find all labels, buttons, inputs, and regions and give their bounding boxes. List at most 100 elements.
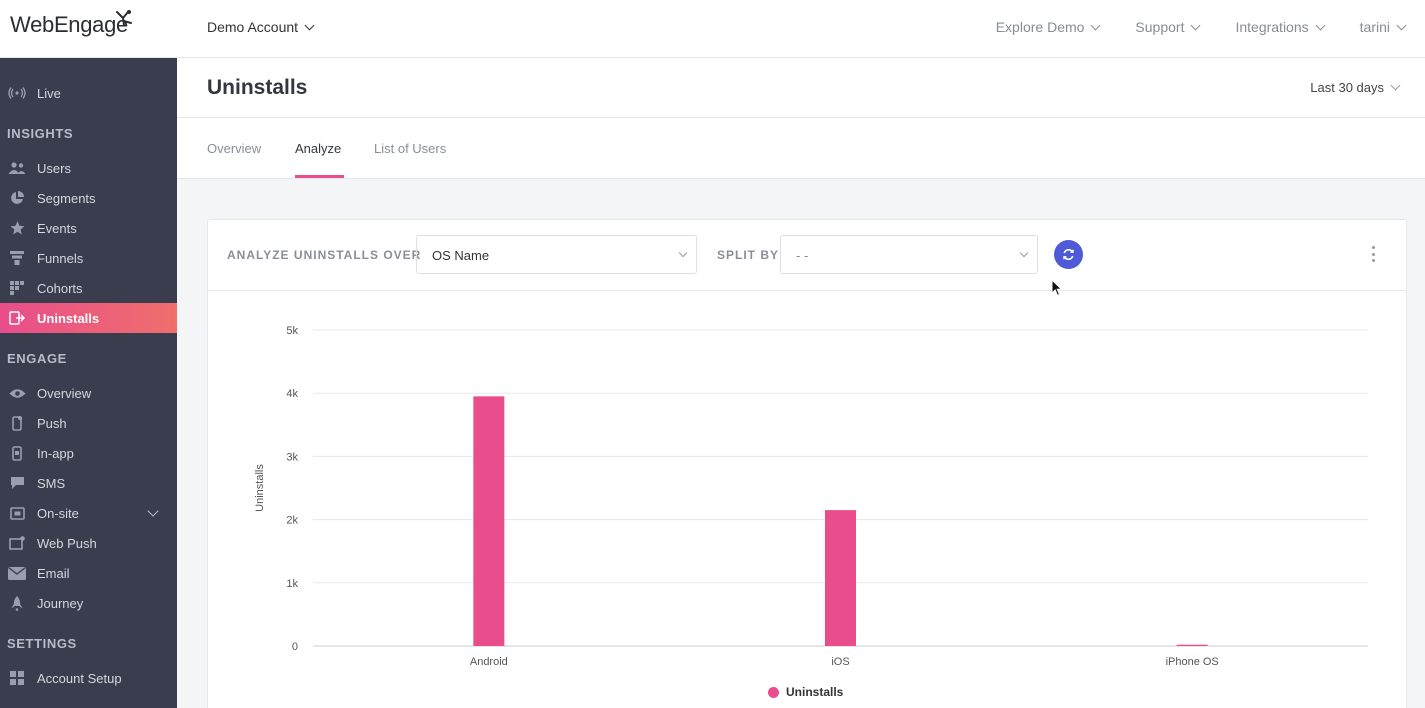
legend-label: Uninstalls xyxy=(786,685,844,699)
sidebar-item-label: Overview xyxy=(37,385,92,401)
sidebar-item-cohorts[interactable]: Cohorts xyxy=(0,273,177,303)
mouse-cursor-icon xyxy=(1051,279,1063,297)
sidebar-item-label: SMS xyxy=(37,475,66,491)
chevron-down-icon xyxy=(678,248,688,258)
sidebar-item-label: Push xyxy=(37,415,67,431)
y-axis-label: Uninstalls xyxy=(254,464,266,512)
sidebar-item-users[interactable]: Users xyxy=(0,153,177,183)
refresh-icon xyxy=(1063,249,1074,260)
sidebar-item-label: Events xyxy=(37,220,77,236)
y-tick-label: 3k xyxy=(286,451,298,463)
sidebar-section-engage: ENGAGE xyxy=(7,351,67,366)
bird-logo-icon xyxy=(116,10,132,26)
sidebar-item-email[interactable]: Email xyxy=(0,558,177,588)
sidebar-item-push[interactable]: Push xyxy=(0,408,177,438)
sidebar-item-on-site[interactable]: On-site xyxy=(0,498,177,528)
refresh-button[interactable] xyxy=(1054,240,1083,269)
sidebar-item-live[interactable]: Live xyxy=(0,78,177,108)
sidebar-item-label: Uninstalls xyxy=(37,310,100,326)
sidebar-item-label: Segments xyxy=(37,190,96,206)
sidebar-item-label: In-app xyxy=(37,445,74,461)
bar-ios[interactable] xyxy=(825,510,856,646)
x-tick-label: iPhone OS xyxy=(1166,656,1219,668)
star-icon xyxy=(8,220,26,236)
users-icon xyxy=(8,160,26,176)
chart-area: 0 1k 2k 3k 4k 5k Uninstalls Android iOS iPhone OS… xyxy=(208,292,1406,708)
split-by-label: SPLIT BY xyxy=(717,248,780,262)
sidebar-section-insights: INSIGHTS xyxy=(7,126,74,141)
sidebar-item-segments[interactable]: Segments xyxy=(0,183,177,213)
sidebar-item-sms[interactable]: SMS xyxy=(0,468,177,498)
top-bar: WebEngage Demo Account Explore Demo Supp… xyxy=(0,0,1425,58)
mobile-icon xyxy=(8,415,26,431)
sidebar-item-in-app[interactable]: In-app xyxy=(0,438,177,468)
nav-support[interactable]: Support xyxy=(1135,19,1201,35)
y-tick-label: 0 xyxy=(292,641,298,653)
chevron-down-icon xyxy=(1396,20,1407,30)
nav-integrations[interactable]: Integrations xyxy=(1235,19,1326,35)
chat-icon xyxy=(8,475,26,491)
account-switcher[interactable]: Demo Account xyxy=(207,19,315,35)
sidebar-item-account-setup[interactable]: Account Setup xyxy=(0,663,177,693)
active-tab-indicator xyxy=(295,175,344,178)
bar-android[interactable] xyxy=(473,396,505,646)
tab-overview[interactable]: Overview xyxy=(207,141,261,156)
y-tick-label: 1k xyxy=(286,578,298,590)
nav-label: Integrations xyxy=(1235,19,1309,35)
tablet-icon xyxy=(8,445,26,461)
browser-icon xyxy=(8,535,26,551)
sidebar-item-label: Journey xyxy=(37,595,84,611)
more-options-icon[interactable] xyxy=(1372,246,1376,262)
sidebar-item-journey[interactable]: Journey xyxy=(0,588,177,618)
sidebar-item-events[interactable]: Events xyxy=(0,213,177,243)
nav-label: Explore Demo xyxy=(995,19,1085,35)
sidebar-item-uninstalls[interactable]: Uninstalls xyxy=(0,303,177,333)
filter-bar: ANALYZE UNINSTALLS OVER OS Name SPLIT BY… xyxy=(208,220,1406,291)
legend-swatch xyxy=(768,686,779,698)
sidebar-item-label: Live xyxy=(37,85,61,101)
x-tick-label: iOS xyxy=(831,656,849,668)
logo-text: WebEngage xyxy=(10,12,128,37)
sidebar-item-label: Cohorts xyxy=(37,280,83,296)
nav-label: Support xyxy=(1135,19,1185,35)
tab-list-of-users[interactable]: List of Users xyxy=(374,141,446,156)
chevron-down-icon xyxy=(1315,20,1326,30)
chart-legend[interactable]: Uninstalls xyxy=(768,685,843,699)
tab-analyze[interactable]: Analyze xyxy=(295,141,341,156)
chevron-down-icon xyxy=(1090,20,1101,30)
y-tick-label: 5k xyxy=(286,325,298,337)
grid-icon xyxy=(8,670,26,686)
sidebar-section-settings: SETTINGS xyxy=(7,636,77,651)
analyze-over-label: ANALYZE UNINSTALLS OVER xyxy=(227,248,422,262)
split-by-select[interactable]: - - xyxy=(780,235,1038,274)
page-header: Uninstalls Last 30 days xyxy=(177,58,1425,118)
sidebar-item-web-push[interactable]: Web Push xyxy=(0,528,177,558)
chevron-down-icon xyxy=(1191,20,1201,30)
webengage-logo[interactable]: WebEngage xyxy=(10,10,132,38)
sidebar-item-funnels[interactable]: Funnels xyxy=(0,243,177,273)
pie-icon xyxy=(8,190,26,206)
chevron-down-icon xyxy=(1019,248,1029,258)
split-by-value: - - xyxy=(796,248,809,263)
sidebar-item-label: Email xyxy=(37,565,70,581)
bar-iphone-os[interactable] xyxy=(1176,644,1208,646)
x-tick-label: Android xyxy=(470,656,508,668)
chevron-down-icon[interactable] xyxy=(147,505,159,517)
funnel-icon xyxy=(8,250,26,266)
uninstall-icon xyxy=(8,310,26,326)
analyze-over-value: OS Name xyxy=(432,248,490,263)
sidebar-item-label: Account Setup xyxy=(37,670,122,686)
sidebar-item-label: Web Push xyxy=(37,535,97,551)
uninstalls-bar-chart: 0 1k 2k 3k 4k 5k Uninstalls Android iOS iPhone OS xyxy=(254,325,1368,668)
chevron-down-icon xyxy=(304,20,315,30)
sidebar-item-overview[interactable]: Overview xyxy=(0,378,177,408)
date-range-picker[interactable]: Last 30 days xyxy=(1310,80,1401,95)
account-name: Demo Account xyxy=(207,19,299,35)
sidebar-item-label: Users xyxy=(37,160,71,176)
mail-icon xyxy=(8,565,26,581)
nav-explore-demo[interactable]: Explore Demo xyxy=(995,19,1101,35)
analyze-over-select[interactable]: OS Name xyxy=(416,235,697,274)
page-title: Uninstalls xyxy=(207,76,308,99)
rocket-icon xyxy=(8,595,26,611)
nav-user-menu[interactable]: tarini xyxy=(1360,19,1407,35)
